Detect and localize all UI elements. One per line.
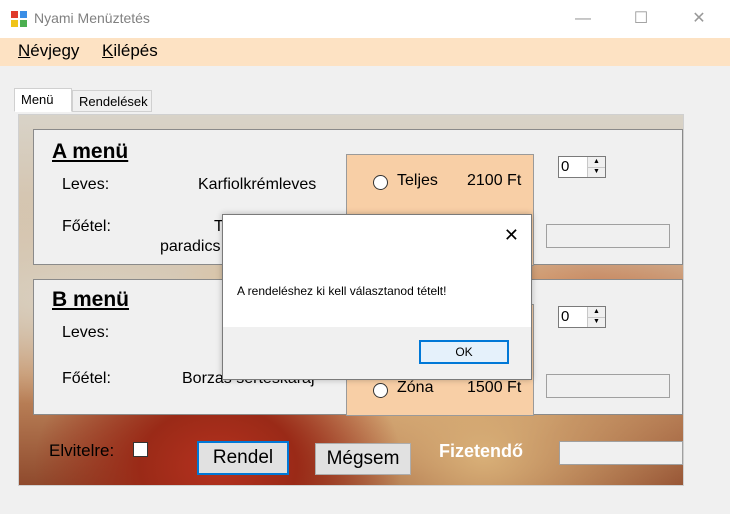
menu-b-quantity-stepper[interactable]: 0 ▲ ▼ <box>558 306 606 328</box>
menu-a-soup-label: Leves: <box>62 176 110 193</box>
menu-a-full-label: Teljes <box>397 172 438 189</box>
menu-b-subtotal-field[interactable] <box>546 374 670 398</box>
dialog-message: A rendeléshez ki kell választanod tételt… <box>237 284 447 298</box>
close-window-button[interactable]: ✕ <box>676 0 722 38</box>
menu-b-title: B menü <box>52 288 130 311</box>
tab-menu[interactable]: Menü <box>14 88 72 112</box>
window-title: Nyami Menüztetés <box>34 10 150 26</box>
menu-a-quantity-buttons[interactable]: ▲ ▼ <box>587 157 605 177</box>
takeaway-checkbox[interactable] <box>133 442 148 457</box>
menu-a-full-price: 2100 Ft <box>467 172 522 189</box>
app-icon <box>11 11 27 27</box>
menu-b-main-label: Főétel: <box>62 370 111 387</box>
cancel-button[interactable]: Mégsem <box>315 443 411 475</box>
dialog-ok-button[interactable]: OK <box>419 340 509 364</box>
title-bar: Nyami Menüztetés — ☐ ✕ <box>0 0 730 38</box>
message-dialog: ✕ A rendeléshez ki kell választanod téte… <box>222 214 532 380</box>
dialog-footer: OK <box>223 327 531 379</box>
dialog-close-icon[interactable]: ✕ <box>504 225 519 246</box>
menu-b-half-price: 1500 Ft <box>467 379 522 396</box>
menu-bar: Névjegy Kilépés <box>0 38 730 66</box>
minimize-button[interactable]: — <box>560 0 606 38</box>
menu-a-soup-value: Karfiolkrémleves <box>198 176 317 193</box>
menu-a-subtotal-field[interactable] <box>546 224 670 248</box>
menu-a-main-value-line2: paradics <box>160 238 221 255</box>
menu-a-title: A menü <box>52 140 129 163</box>
total-label: Fizetendő <box>439 441 523 461</box>
menu-item-nevjegy[interactable]: Névjegy <box>18 41 79 61</box>
menu-a-main-label: Főétel: <box>62 218 111 235</box>
menu-b-quantity-buttons[interactable]: ▲ ▼ <box>587 307 605 327</box>
menu-b-quantity-value: 0 <box>561 308 570 325</box>
maximize-button[interactable]: ☐ <box>618 0 664 38</box>
menu-item-kilepes[interactable]: Kilépés <box>102 41 158 61</box>
spin-down-icon[interactable]: ▼ <box>588 317 605 327</box>
menu-a-full-radio[interactable] <box>373 175 388 190</box>
total-field[interactable] <box>559 441 683 465</box>
tab-orders[interactable]: Rendelések <box>72 90 152 112</box>
menu-a-quantity-stepper[interactable]: 0 ▲ ▼ <box>558 156 606 178</box>
order-button[interactable]: Rendel <box>197 441 289 475</box>
takeaway-label: Elvitelre: <box>49 441 115 460</box>
menu-a-quantity-value: 0 <box>561 158 570 175</box>
spin-down-icon[interactable]: ▼ <box>588 167 605 177</box>
menu-b-soup-label: Leves: <box>62 324 110 341</box>
menu-b-half-radio[interactable] <box>373 383 388 398</box>
menu-b-half-label: Zóna <box>397 379 434 396</box>
